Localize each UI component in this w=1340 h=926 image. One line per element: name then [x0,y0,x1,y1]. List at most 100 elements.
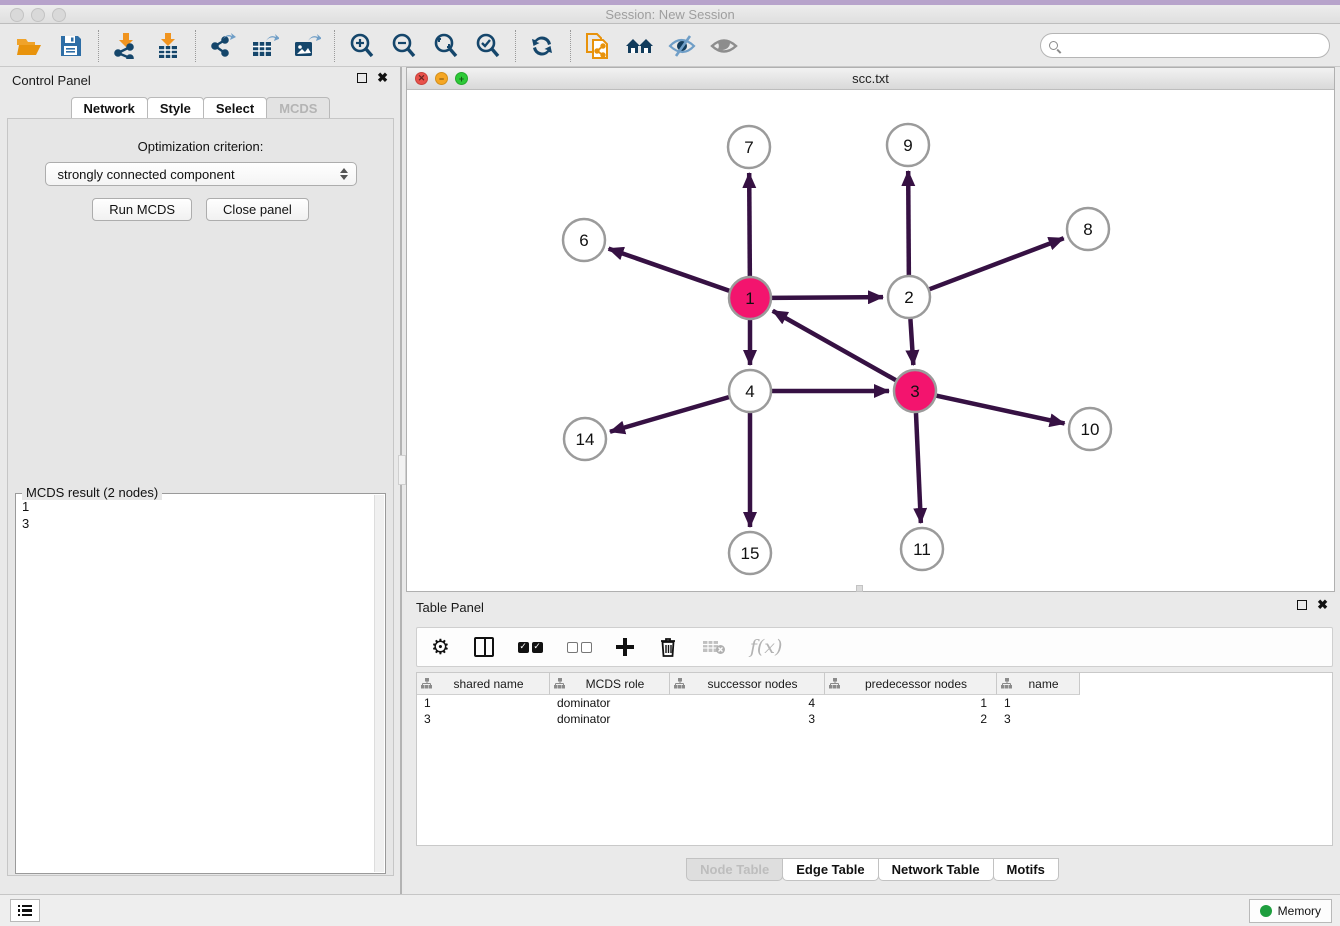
graph-node-11[interactable]: 11 [901,528,943,570]
toolbar-separator [515,30,516,62]
tab-style[interactable]: Style [147,97,204,120]
svg-text:3: 3 [910,382,919,401]
zoom-selected-icon[interactable] [473,31,503,61]
svg-text:7: 7 [744,138,753,157]
export-image-icon[interactable] [292,31,322,61]
task-history-button[interactable] [10,899,40,922]
mcds-result-text[interactable]: 1 3 [18,498,373,871]
mcds-tab-content: Optimization criterion: strongly connect… [7,118,394,876]
graph-node-8[interactable]: 8 [1067,208,1109,250]
table-cell[interactable]: 1 [417,695,550,711]
frame-resize-handle[interactable] [856,585,863,592]
network-canvas[interactable]: 7 9 6 8 1 2 4 3 14 10 15 11 [407,90,1334,591]
tab-mcds[interactable]: MCDS [266,97,330,120]
global-search-box[interactable] [1040,33,1330,58]
graph-node-4[interactable]: 4 [729,370,771,412]
home-icon[interactable] [625,31,655,61]
table-cell[interactable]: 1 [825,695,997,711]
main-toolbar [0,25,1340,67]
tab-network-table[interactable]: Network Table [878,858,994,881]
add-row-icon[interactable] [616,635,634,659]
table-cell[interactable]: 2 [825,711,997,727]
edge-1-7[interactable] [749,173,750,276]
list-icon [18,905,32,916]
float-table-panel-icon[interactable] [1297,600,1307,610]
panel-splitter-handle[interactable] [398,455,406,485]
zoom-in-icon[interactable] [347,31,377,61]
edge-3-10[interactable] [936,396,1064,424]
zoom-fit-icon[interactable] [431,31,461,61]
edge-3-1[interactable] [773,311,896,380]
tab-network[interactable]: Network [71,97,148,120]
search-input[interactable] [1058,36,1329,56]
table-settings-icon[interactable]: ⚙ [431,635,450,659]
zoom-out-icon[interactable] [389,31,419,61]
criterion-select[interactable]: strongly connected component [45,162,357,186]
search-icon [1049,41,1058,50]
graph-node-1[interactable]: 1 [729,277,771,319]
graph-node-15[interactable]: 15 [729,532,771,574]
column-header-successor-nodes[interactable]: successor nodes [670,673,825,695]
tab-motifs[interactable]: Motifs [993,858,1059,881]
table-cell[interactable]: 4 [670,695,825,711]
edge-1-2[interactable] [772,297,883,298]
table-cell[interactable]: dominator [550,695,670,711]
result-scrollbar[interactable] [374,495,384,872]
memory-button[interactable]: Memory [1249,899,1332,923]
control-panel-title: Control Panel [12,73,91,88]
clone-network-icon[interactable] [583,31,613,61]
graph-node-2[interactable]: 2 [888,276,930,318]
column-header-MCDS-role[interactable]: MCDS role [550,673,670,695]
titlebar[interactable]: Session: New Session [0,5,1340,24]
run-mcds-button[interactable]: Run MCDS [92,198,192,221]
graph-node-9[interactable]: 9 [887,124,929,166]
table-cell[interactable]: dominator [550,711,670,727]
table-row[interactable]: 3dominator323 [417,711,1332,727]
edge-2-3[interactable] [910,319,913,365]
table-row[interactable]: 1dominator411 [417,695,1332,711]
table-cell[interactable]: 1 [997,695,1080,711]
edge-3-11[interactable] [916,413,921,523]
close-panel-button[interactable]: Close panel [206,198,309,221]
edge-1-6[interactable] [609,249,730,291]
column-header-predecessor-nodes[interactable]: predecessor nodes [825,673,997,695]
save-session-icon[interactable] [56,31,86,61]
graph-node-14[interactable]: 14 [564,418,606,460]
control-panel-tabs: NetworkStyleSelectMCDS [0,97,400,120]
tab-edge-table[interactable]: Edge Table [782,858,878,881]
graph-node-6[interactable]: 6 [563,219,605,261]
graph-node-3[interactable]: 3 [894,370,936,412]
close-table-panel-icon[interactable]: ✖ [1317,600,1328,610]
import-network-icon[interactable] [111,31,141,61]
column-header-shared-name[interactable]: shared name [417,673,550,695]
table-cell[interactable]: 3 [670,711,825,727]
table-cell[interactable]: 3 [417,711,550,727]
split-columns-icon[interactable] [474,635,494,659]
graph-node-10[interactable]: 10 [1069,408,1111,450]
edge-2-8[interactable] [930,238,1064,289]
edge-4-14[interactable] [610,397,729,432]
delete-rows-icon[interactable] [658,635,678,659]
column-header-name[interactable]: name [997,673,1080,695]
refresh-view-icon[interactable] [528,31,558,61]
import-table-icon[interactable] [153,31,183,61]
function-builder-icon[interactable]: f(x) [750,635,783,659]
svg-text:2: 2 [904,288,913,307]
graph-node-7[interactable]: 7 [728,126,770,168]
select-all-checkboxes-icon[interactable] [518,635,543,659]
open-session-icon[interactable] [14,31,44,61]
tab-node-table[interactable]: Node Table [686,858,783,881]
tab-select[interactable]: Select [203,97,267,120]
svg-text:10: 10 [1081,420,1100,439]
edge-2-9[interactable] [908,171,909,275]
table-cell[interactable]: 3 [997,711,1080,727]
export-network-icon[interactable] [208,31,238,61]
hide-selected-icon[interactable] [667,31,697,61]
export-table-icon[interactable] [250,31,280,61]
network-window-titlebar[interactable]: ✕ − + scc.txt [407,68,1334,90]
show-graphics-details-icon[interactable] [709,31,739,61]
deselect-all-checkboxes-icon[interactable] [567,635,592,659]
float-panel-icon[interactable] [357,73,367,83]
close-panel-icon[interactable]: ✖ [377,73,388,83]
delete-table-icon[interactable] [702,635,726,659]
